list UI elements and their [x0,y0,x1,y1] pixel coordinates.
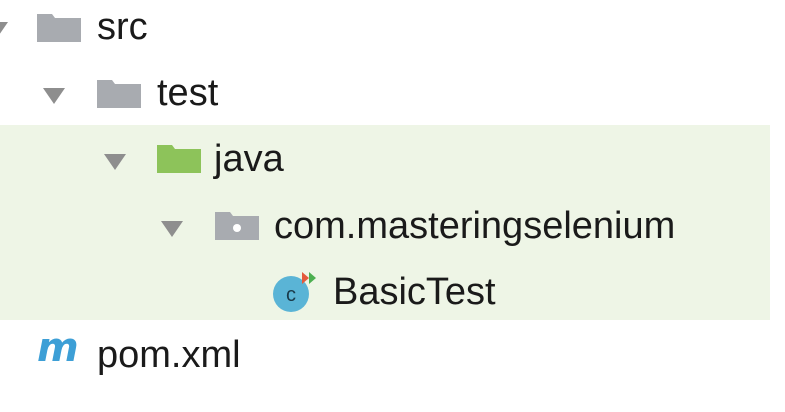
collapse-chevron-icon[interactable] [0,22,8,38]
tree-node-label: com.masteringselenium [274,205,676,247]
tree-node-label: pom.xml [97,334,241,376]
tree-node-test[interactable]: test [0,60,300,124]
tree-node-src[interactable]: src [0,0,300,60]
collapse-chevron-icon[interactable] [104,154,126,170]
collapse-chevron-icon[interactable] [161,221,183,237]
java-class-icon: c [271,270,317,314]
tree-node-label: BasicTest [333,271,496,313]
tree-node-java[interactable]: java [0,126,400,190]
tree-node-label: src [97,6,148,48]
folder-icon [97,78,141,108]
tree-node-basictest[interactable]: c BasicTest [0,258,500,322]
maven-icon: m [37,325,79,371]
collapse-chevron-icon[interactable] [43,88,65,104]
project-tree: src test java com.masteringselenium c Ba… [0,0,785,412]
tree-node-package[interactable]: com.masteringselenium [0,194,770,258]
tree-node-label: java [214,138,284,180]
folder-green-icon [157,143,201,173]
folder-icon [37,12,81,42]
package-icon [215,210,259,240]
class-letter: c [286,284,296,306]
tree-node-label: test [157,72,219,114]
tree-node-pom[interactable]: m pom.xml [0,322,300,386]
